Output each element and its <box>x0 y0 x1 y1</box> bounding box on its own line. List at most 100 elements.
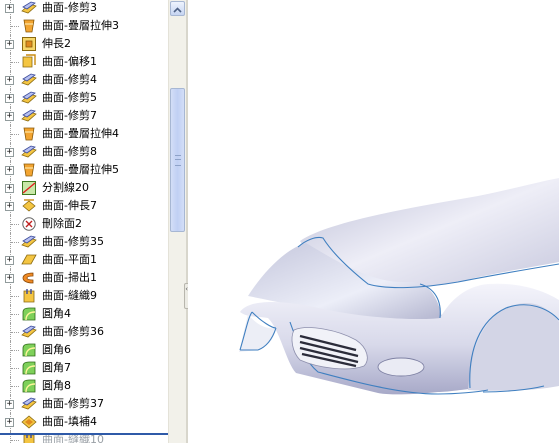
feature-tree-item[interactable]: 曲面-疊層拉伸4 <box>0 125 168 143</box>
feature-label: 曲面-修剪7 <box>42 109 97 122</box>
feature-list: + 曲面-修剪3 曲面-疊層拉伸3 + 伸長2 曲面-偏移1 + 曲面-修剪4 + 曲面-修剪5 +… <box>0 0 168 443</box>
feature-tree-item[interactable]: 曲面-修剪36 <box>0 323 168 341</box>
rollback-bar[interactable] <box>0 433 168 435</box>
feature-tree-item[interactable]: + 曲面-伸長7 <box>0 197 168 215</box>
car-model-view <box>239 178 559 395</box>
feature-tree-item[interactable]: 曲面-修剪35 <box>0 233 168 251</box>
tree-branch-line <box>11 350 19 351</box>
feature-tree-item[interactable]: + 曲面-填補4 <box>0 413 168 431</box>
tree-branch-line <box>11 368 19 369</box>
grip-icon <box>175 155 181 166</box>
feature-label: 刪除面2 <box>42 217 82 230</box>
feature-label: 曲面-伸長7 <box>42 199 97 212</box>
feature-label: 圓角6 <box>42 343 71 356</box>
tree-branch-line <box>11 242 19 243</box>
offset-surface-icon <box>22 54 36 68</box>
trim-surface-icon <box>21 109 37 122</box>
feature-tree-item[interactable]: + 曲面-修剪3 <box>0 0 168 17</box>
expand-toggle-icon[interactable]: + <box>5 166 14 175</box>
expand-toggle-icon[interactable]: + <box>5 4 14 13</box>
tree-branch-line <box>11 134 19 135</box>
feature-label: 曲面-平面1 <box>42 253 97 266</box>
feature-label: 曲面-疊層拉伸4 <box>42 127 119 140</box>
feature-tree-item[interactable]: + 伸長2 <box>0 35 168 53</box>
expand-toggle-icon[interactable]: + <box>5 400 14 409</box>
knit-surface-icon <box>23 289 35 303</box>
trim-surface-icon <box>21 235 37 248</box>
tree-branch-line <box>11 314 19 315</box>
feature-tree-item[interactable]: 圓角7 <box>0 359 168 377</box>
scroll-up-button[interactable] <box>170 1 185 16</box>
tree-branch-line <box>11 62 19 63</box>
split-line-icon <box>22 181 36 195</box>
feature-label: 曲面-疊層拉伸3 <box>42 19 119 32</box>
feature-tree-item[interactable]: 圓角6 <box>0 341 168 359</box>
expand-toggle-icon[interactable]: + <box>5 40 14 49</box>
feature-label: 曲面-修剪5 <box>42 91 97 104</box>
trim-surface-icon <box>21 325 37 338</box>
loft-surface-icon <box>23 163 35 177</box>
feature-tree-item[interactable]: 圓角4 <box>0 305 168 323</box>
trim-surface-icon <box>21 91 37 104</box>
feature-label: 分割線20 <box>42 181 89 194</box>
scroll-thumb[interactable] <box>170 88 185 232</box>
extrude-icon <box>22 37 36 51</box>
trim-surface-icon <box>21 73 37 86</box>
feature-label: 曲面-偏移1 <box>42 55 97 68</box>
tree-scrollbar[interactable] <box>168 0 186 443</box>
feature-label: 曲面-修剪36 <box>42 325 104 338</box>
feature-tree-item[interactable]: + 分割線20 <box>0 179 168 197</box>
feature-label: 曲面-修剪35 <box>42 235 104 248</box>
feature-tree-item[interactable]: + 曲面-平面1 <box>0 251 168 269</box>
expand-toggle-icon[interactable]: + <box>5 274 14 283</box>
feature-tree-item[interactable]: 刪除面2 <box>0 215 168 233</box>
loft-surface-icon <box>23 127 35 141</box>
planar-surface-icon <box>21 254 37 265</box>
feature-label: 圓角7 <box>42 361 71 374</box>
feature-tree-item[interactable]: + 曲面-掃出1 <box>0 269 168 287</box>
fillet-icon <box>22 307 36 321</box>
expand-toggle-icon[interactable]: + <box>5 202 14 211</box>
feature-tree-item[interactable]: 曲面-疊層拉伸3 <box>0 17 168 35</box>
feature-tree-item[interactable]: 曲面-偏移1 <box>0 53 168 71</box>
feature-label: 曲面-掃出1 <box>42 271 97 284</box>
fill-surface-icon <box>21 415 37 429</box>
graphics-viewport[interactable] <box>188 0 559 443</box>
fillet-icon <box>22 361 36 375</box>
feature-tree-item[interactable]: + 曲面-修剪5 <box>0 89 168 107</box>
expand-toggle-icon[interactable]: + <box>5 256 14 265</box>
feature-tree-item[interactable]: 曲面-縫織9 <box>0 287 168 305</box>
extrude-surface-icon <box>22 199 36 212</box>
expand-toggle-icon[interactable]: + <box>5 76 14 85</box>
tree-branch-line <box>11 26 19 27</box>
expand-toggle-icon[interactable]: + <box>5 94 14 103</box>
feature-label: 曲面-修剪8 <box>42 145 97 158</box>
loft-surface-icon <box>23 19 35 33</box>
feature-label: 曲面-修剪4 <box>42 73 97 86</box>
delete-face-icon <box>22 217 36 231</box>
feature-tree-item[interactable]: + 曲面-修剪8 <box>0 143 168 161</box>
tree-branch-line <box>11 224 19 225</box>
up-arrow-icon <box>173 7 182 13</box>
tree-branch-line <box>11 440 19 441</box>
feature-tree-item[interactable]: + 曲面-疊層拉伸5 <box>0 161 168 179</box>
expand-toggle-icon[interactable]: + <box>5 418 14 427</box>
feature-label: 圓角4 <box>42 307 71 320</box>
expand-toggle-icon[interactable]: + <box>5 184 14 193</box>
trim-surface-icon <box>21 145 37 158</box>
fillet-icon <box>22 343 36 357</box>
feature-tree-item[interactable]: + 曲面-修剪37 <box>0 395 168 413</box>
feature-tree-item[interactable]: 圓角8 <box>0 377 168 395</box>
feature-label: 伸長2 <box>42 37 71 50</box>
trim-surface-icon <box>21 397 37 410</box>
tree-branch-line <box>11 296 19 297</box>
fillet-icon <box>22 379 36 393</box>
feature-manager-tree: + 曲面-修剪3 曲面-疊層拉伸3 + 伸長2 曲面-偏移1 + 曲面-修剪4 + 曲面-修剪5 +… <box>0 0 168 443</box>
expand-toggle-icon[interactable]: + <box>5 112 14 121</box>
feature-label: 曲面-疊層拉伸5 <box>42 163 119 176</box>
feature-tree-item[interactable]: + 曲面-修剪7 <box>0 107 168 125</box>
feature-tree-item[interactable]: + 曲面-修剪4 <box>0 71 168 89</box>
expand-toggle-icon[interactable]: + <box>5 148 14 157</box>
tree-branch-line <box>11 386 19 387</box>
feature-label: 曲面-修剪37 <box>42 397 104 410</box>
